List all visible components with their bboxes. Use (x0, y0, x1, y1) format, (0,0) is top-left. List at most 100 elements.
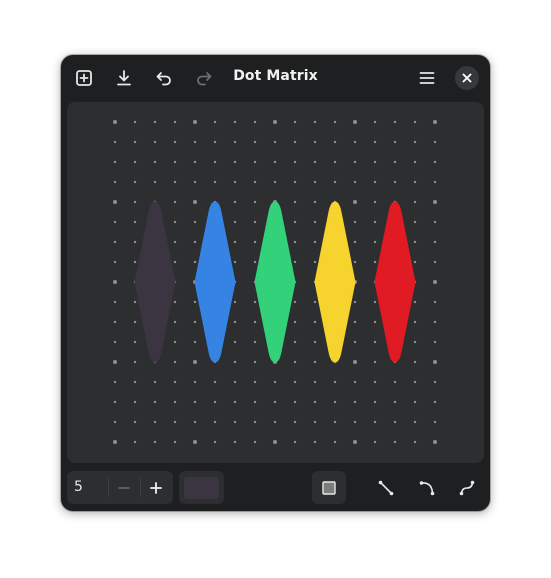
grid-dot-major (193, 360, 197, 364)
grid-dot (253, 240, 257, 244)
grid-dot (433, 420, 437, 424)
grid-dot (233, 300, 237, 304)
dot-grid[interactable] (67, 102, 484, 463)
drawing-canvas[interactable] (67, 102, 484, 463)
diamond-shape[interactable] (314, 201, 356, 363)
grid-dot (133, 340, 137, 344)
grid-dot (393, 160, 397, 164)
grid-dot (233, 120, 237, 124)
grid-dot (173, 400, 177, 404)
main-menu-button[interactable] (412, 64, 442, 92)
color-picker-button[interactable] (179, 471, 224, 504)
grid-dot (373, 140, 377, 144)
grid-dot (113, 180, 117, 184)
grid-dot (293, 360, 297, 364)
undo-icon (156, 72, 171, 86)
grid-dot-major (433, 360, 437, 364)
grid-dot-major (273, 440, 277, 444)
grid-dot (173, 200, 177, 204)
grid-dot (113, 260, 117, 264)
grid-dot-major (113, 360, 117, 364)
grid-dot (353, 320, 357, 324)
grid-dot (233, 420, 237, 424)
grid-dot (313, 440, 317, 444)
grid-dot (373, 300, 377, 304)
grid-dot (173, 340, 177, 344)
diamond-shape[interactable] (254, 201, 296, 363)
grid-dot (313, 340, 317, 344)
grid-dot (153, 420, 157, 424)
grid-dot (333, 160, 337, 164)
grid-dot (313, 180, 317, 184)
grid-dot (153, 400, 157, 404)
grid-dot (313, 160, 317, 164)
close-icon (462, 73, 472, 83)
grid-dot (373, 260, 377, 264)
grid-dot (293, 120, 297, 124)
grid-dot (433, 140, 437, 144)
grid-dot (173, 180, 177, 184)
grid-dot (273, 140, 277, 144)
grid-dot (193, 160, 197, 164)
grid-dot-major (353, 120, 357, 124)
grid-dot-major (353, 440, 357, 444)
grid-dot (133, 380, 137, 384)
diamond-shape[interactable] (194, 201, 236, 363)
grid-dot (193, 260, 197, 264)
grid-dot (313, 240, 317, 244)
grid-dot (433, 240, 437, 244)
save-button[interactable] (109, 64, 139, 92)
grid-dot (133, 260, 137, 264)
grid-dot-major (113, 280, 117, 284)
grid-dot (413, 360, 417, 364)
grid-dot-major (113, 120, 117, 124)
grid-dot (293, 260, 297, 264)
grid-dot (293, 400, 297, 404)
bottom-toolbar: 5 (61, 467, 490, 511)
grid-dot (413, 420, 417, 424)
grid-dot (113, 420, 117, 424)
grid-dot (193, 300, 197, 304)
grid-dot (233, 240, 237, 244)
plus-icon (150, 481, 162, 494)
stroke-width-value[interactable]: 5 (74, 479, 83, 495)
grid-dot (413, 320, 417, 324)
s-curve-tool-button[interactable] (450, 471, 484, 504)
grid-dot (253, 220, 257, 224)
grid-dot (253, 120, 257, 124)
grid-dot (113, 240, 117, 244)
grid-dot (153, 160, 157, 164)
grid-dot (133, 160, 137, 164)
grid-dot (413, 120, 417, 124)
grid-dot (173, 240, 177, 244)
grid-dot (193, 220, 197, 224)
grid-dot (353, 240, 357, 244)
stroke-width-spinbutton[interactable]: 5 (67, 471, 173, 504)
grid-dot (413, 400, 417, 404)
grid-dot (233, 400, 237, 404)
grid-dot (213, 180, 217, 184)
line-tool-button[interactable] (369, 471, 403, 504)
curve-tool-button[interactable] (410, 471, 444, 504)
grid-dot (353, 380, 357, 384)
diamond-shape[interactable] (134, 201, 176, 363)
grid-dot (433, 220, 437, 224)
grid-dot (253, 200, 257, 204)
decrease-button[interactable] (108, 471, 140, 504)
grid-dot (313, 320, 317, 324)
grid-dot (233, 260, 237, 264)
grid-dot (233, 320, 237, 324)
new-button[interactable] (69, 64, 99, 92)
rectangle-tool-button[interactable] (312, 471, 346, 504)
grid-dot (233, 360, 237, 364)
grid-dot (353, 140, 357, 144)
close-button[interactable] (455, 66, 479, 90)
increase-button[interactable] (140, 471, 172, 504)
grid-dot (353, 300, 357, 304)
grid-dot (253, 340, 257, 344)
undo-button[interactable] (149, 64, 179, 92)
diamond-shape[interactable] (374, 201, 416, 363)
redo-button[interactable] (189, 64, 219, 92)
grid-dot-major (193, 120, 197, 124)
grid-dot (293, 300, 297, 304)
